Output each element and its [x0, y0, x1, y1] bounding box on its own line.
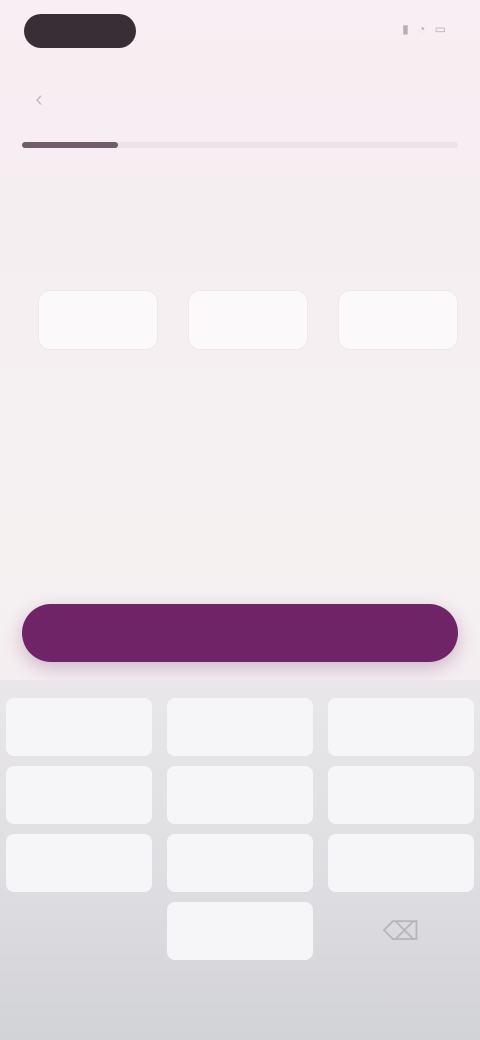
progress-bar — [22, 142, 458, 148]
key-2[interactable] — [167, 698, 313, 756]
back-icon[interactable]: ‹ — [22, 82, 56, 116]
code-field-1[interactable] — [38, 290, 158, 350]
status-bar: ▮ ◔ ▭ — [0, 0, 480, 60]
battery-icon: ▭ — [434, 22, 446, 36]
continue-button[interactable] — [22, 604, 458, 662]
wifi-icon: ◔ — [418, 22, 426, 36]
key-6[interactable] — [328, 766, 474, 824]
status-icons: ▮ ◔ ▭ — [358, 22, 446, 38]
signal-icon: ▮ — [402, 22, 409, 36]
key-1[interactable] — [6, 698, 152, 756]
heading — [22, 190, 282, 220]
subtext — [22, 238, 422, 260]
key-9[interactable] — [328, 834, 474, 892]
page-title — [150, 86, 330, 112]
key-5[interactable] — [167, 766, 313, 824]
numeric-keyboard: ⌫ — [0, 680, 480, 1040]
verification-screen: ▮ ◔ ▭ ‹ ⌫ — [0, 0, 480, 1040]
key-4[interactable] — [6, 766, 152, 824]
key-8[interactable] — [167, 834, 313, 892]
status-time — [24, 14, 136, 48]
key-3[interactable] — [328, 698, 474, 756]
code-field-2[interactable] — [188, 290, 308, 350]
code-input-row — [38, 290, 458, 354]
key-0[interactable] — [167, 902, 313, 960]
backspace-icon[interactable]: ⌫ — [328, 902, 474, 960]
code-field-3[interactable] — [338, 290, 458, 350]
key-7[interactable] — [6, 834, 152, 892]
progress-fill — [22, 142, 118, 148]
